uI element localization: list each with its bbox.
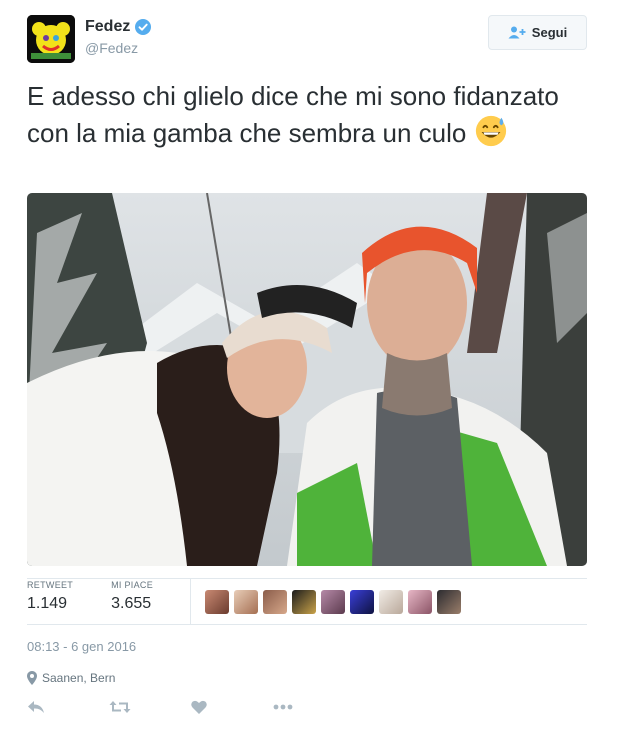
- tweet-actions: [27, 697, 355, 717]
- retweet-count: 1.149: [27, 595, 68, 612]
- display-name[interactable]: Fedez: [85, 18, 152, 36]
- liker-avatar[interactable]: [205, 590, 229, 614]
- timestamp[interactable]: 08:13 - 6 gen 2016: [27, 639, 136, 654]
- location-text: Saanen, Bern: [42, 671, 116, 685]
- liker-avatar[interactable]: [379, 590, 403, 614]
- location-pin-icon: [27, 671, 37, 685]
- retweet-button[interactable]: [109, 697, 191, 717]
- reply-icon: [28, 701, 44, 713]
- add-user-icon: [508, 26, 526, 39]
- more-button[interactable]: [273, 697, 355, 717]
- liker-avatar[interactable]: [321, 590, 345, 614]
- follow-button[interactable]: Segui: [488, 15, 587, 50]
- screen-name[interactable]: @Fedez: [85, 40, 151, 56]
- reply-button[interactable]: [27, 697, 109, 717]
- retweet-stat-label: RETWEET: [27, 580, 74, 590]
- divider-top: [27, 578, 587, 579]
- likers-avatars: [205, 590, 461, 614]
- divider-bottom: [27, 624, 587, 625]
- verified-badge-icon: [135, 19, 152, 35]
- more-icon: [273, 704, 293, 710]
- grinning-face-with-sweat-icon: [475, 115, 506, 147]
- like-button[interactable]: [191, 697, 273, 717]
- retweet-stat[interactable]: RETWEET 1.149: [27, 580, 111, 622]
- tweet-text: E adesso chi glielo dice che mi sono fid…: [27, 78, 592, 151]
- liker-avatar[interactable]: [408, 590, 432, 614]
- stats-separator: [190, 578, 191, 624]
- tweet-photo[interactable]: [27, 193, 587, 566]
- location[interactable]: Saanen, Bern: [27, 671, 115, 685]
- tweet-stats: RETWEET 1.149 MI PIACE 3.655: [27, 580, 191, 622]
- like-count: 3.655: [111, 595, 152, 612]
- liker-avatar[interactable]: [263, 590, 287, 614]
- retweet-icon: [109, 701, 131, 713]
- avatar[interactable]: [27, 15, 75, 63]
- liker-avatar[interactable]: [350, 590, 374, 614]
- liker-avatar[interactable]: [234, 590, 258, 614]
- follow-button-label: Segui: [531, 25, 568, 40]
- user-info: Fedez @Fedez: [85, 18, 152, 56]
- liker-avatar[interactable]: [292, 590, 316, 614]
- display-name-text[interactable]: Fedez: [85, 18, 130, 36]
- like-stat-label: MI PIACE: [111, 580, 154, 590]
- liker-avatar[interactable]: [437, 590, 461, 614]
- like-stat[interactable]: MI PIACE 3.655: [111, 580, 191, 622]
- heart-icon: [191, 700, 207, 714]
